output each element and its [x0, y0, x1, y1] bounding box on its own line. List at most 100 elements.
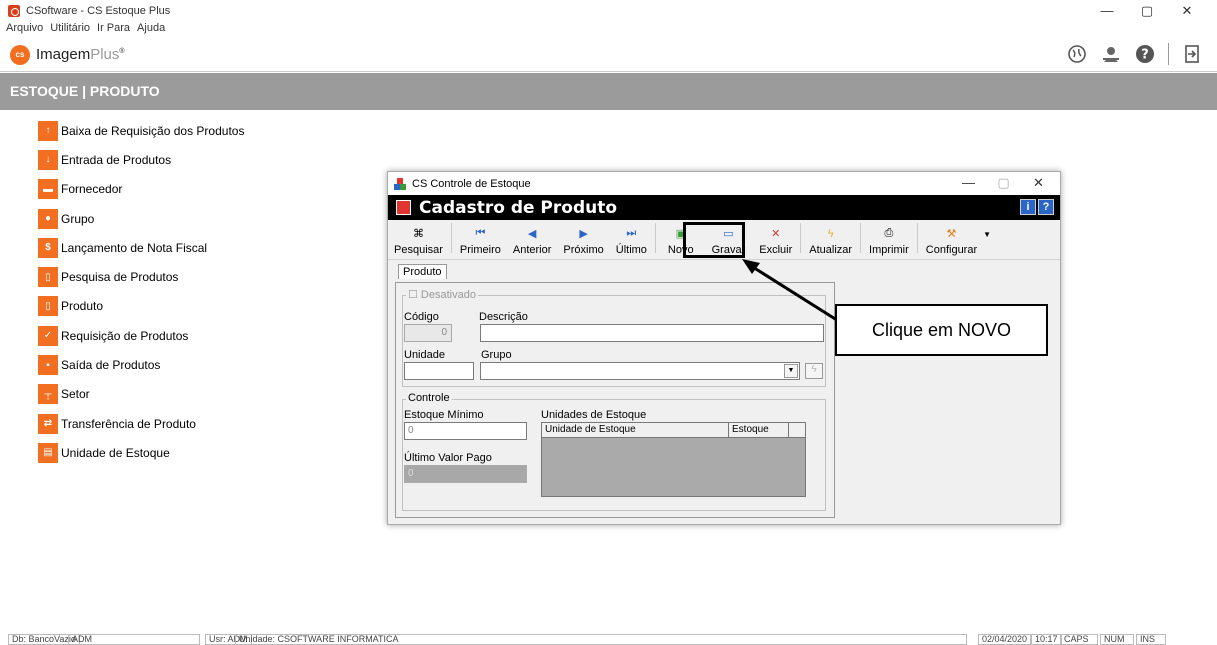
help-icon[interactable]: ? [1134, 43, 1156, 65]
sidebar-item-produto[interactable]: ▯ Produto [38, 292, 244, 321]
sidebar-item-requisicao-produtos[interactable]: ✓ Requisição de Produtos [38, 321, 244, 350]
database-icon: ▯ [38, 296, 58, 317]
sidebar-item-label: Entrada de Produtos [61, 152, 172, 167]
excluir-label: Excluir [759, 244, 793, 256]
grupo-select[interactable] [480, 362, 800, 380]
menu-utilitario[interactable]: Utilitário [50, 22, 90, 37]
user-icon[interactable] [1100, 43, 1122, 65]
tab-produto[interactable]: Produto [398, 264, 447, 279]
app-icon [8, 5, 20, 17]
menu-bar: Arquivo Utilitário Ir Para Ajuda [0, 22, 172, 37]
sidebar-item-label: Requisição de Produtos [61, 328, 189, 343]
minimize-button[interactable]: — [1087, 2, 1127, 20]
entry-icon: ↓ [38, 149, 58, 170]
sidebar-item-grupo[interactable]: ● Grupo [38, 204, 244, 233]
logo-badge: cs [10, 44, 30, 65]
menu-arquivo[interactable]: Arquivo [6, 22, 43, 37]
stock-unit-icon: ▤ [38, 442, 58, 463]
maximize-button[interactable]: ▢ [1127, 2, 1167, 20]
sidebar-item-label: Fornecedor [61, 182, 123, 197]
grid-col-estoque[interactable]: Estoque [729, 423, 789, 437]
anterior-button[interactable]: ◀ Anterior [507, 225, 558, 256]
pesquisar-label: Pesquisar [394, 244, 443, 256]
logo-text: ImagemPlus® [36, 46, 125, 63]
sidebar-item-pesquisa-produtos[interactable]: ▯ Pesquisa de Produtos [38, 262, 244, 291]
sidebar-item-transferencia[interactable]: ⇄ Transferência de Produto [38, 409, 244, 438]
menu-ir-para[interactable]: Ir Para [97, 22, 130, 37]
estoque-minimo-field[interactable]: 0 [404, 422, 527, 440]
pesquisar-button[interactable]: ⌘ Pesquisar [388, 225, 449, 256]
sidebar-item-entrada-produtos[interactable]: ↓ Entrada de Produtos [38, 145, 244, 174]
chevron-down-icon[interactable]: ▼ [784, 364, 798, 378]
dialog-titlebar: CS Controle de Estoque — ▢ ✕ [388, 172, 1060, 195]
next-icon: ▶ [579, 228, 588, 240]
imprimir-button[interactable]: ⎙ Imprimir [863, 225, 915, 256]
sidebar-item-saida-produtos[interactable]: ▪ Saída de Produtos [38, 350, 244, 379]
ultimo-valor-pago-field[interactable]: 0 [404, 465, 527, 483]
configurar-button[interactable]: ⚒ Configurar [920, 225, 983, 256]
window-controls: — ▢ ✕ [1087, 2, 1207, 20]
toolbar-separator [450, 223, 452, 253]
lightning-icon[interactable]: ϟ [805, 363, 823, 379]
dialog-minimize-button[interactable]: — [951, 175, 986, 191]
dialog-close-button[interactable]: ✕ [1021, 175, 1056, 191]
exit-icon[interactable] [1181, 43, 1203, 65]
delete-icon: ✕ [771, 228, 781, 240]
atualizar-button[interactable]: ϟ Atualizar [803, 225, 858, 257]
toolbar-overflow-icon[interactable]: ▼ [983, 230, 991, 239]
sidebar-item-setor[interactable]: ┬ Setor [38, 380, 244, 409]
sidebar-menu: ↑ Baixa de Requisição dos Produtos ↓ Entra… [38, 116, 244, 468]
status-unidade: Unidade: CSOFTWARE INFORMATICA [235, 634, 967, 645]
binoculars-icon: ⌘ [412, 228, 424, 240]
header-divider [1168, 43, 1169, 65]
close-button[interactable]: ✕ [1167, 2, 1207, 20]
proximo-label: Próximo [563, 244, 604, 256]
proximo-button[interactable]: ▶ Próximo [557, 225, 609, 256]
ultimo-button[interactable]: ⏭ Último [610, 225, 653, 256]
group-icon: ● [38, 208, 58, 229]
print-icon: ⎙ [884, 227, 894, 239]
sidebar-item-lancamento-nf[interactable]: $ Lançamento de Nota Fiscal [38, 233, 244, 262]
dialog-maximize-button[interactable]: ▢ [986, 175, 1021, 191]
configurar-label: Configurar [925, 244, 978, 256]
toolbar-separator [654, 223, 656, 253]
sidebar-item-label: Pesquisa de Produtos [61, 270, 179, 285]
callout-box: Clique em NOVO [835, 304, 1048, 356]
globe-icon[interactable] [1066, 43, 1088, 65]
sidebar-item-fornecedor[interactable]: ▬ Fornecedor [38, 175, 244, 204]
window-titlebar: CSoftware - CS Estoque Plus [0, 0, 1217, 22]
excluir-button[interactable]: ✕ Excluir [753, 225, 798, 256]
product-panel: ☐ Desativado Código 0 Descrição Unidade … [395, 282, 835, 518]
logo-text-main: Imagem [36, 46, 91, 63]
descricao-field[interactable] [480, 324, 824, 342]
help-button[interactable]: ? [1038, 199, 1054, 215]
unidades-estoque-grid[interactable]: Unidade de Estoque Estoque [541, 422, 806, 497]
grid-col-unidade[interactable]: Unidade de Estoque [542, 423, 729, 437]
primeiro-button[interactable]: ⏮ Primeiro [454, 225, 507, 256]
ultimo-label: Último [615, 244, 647, 256]
imprimir-label: Imprimir [869, 244, 909, 256]
status-ins: INS [1136, 634, 1166, 645]
ultimo-valor-pago-label: Último Valor Pago [404, 452, 492, 464]
window-title: CSoftware - CS Estoque Plus [26, 5, 171, 17]
codigo-field[interactable]: 0 [404, 324, 452, 342]
sidebar-item-label: Baixa de Requisição dos Produtos [61, 123, 245, 138]
menu-ajuda[interactable]: Ajuda [137, 22, 165, 37]
status-bar: Db: BancoVazio ADM Usr: ADM Unidade: CSO… [0, 634, 1217, 645]
dialog-header: Cadastro de Produto i ? [388, 195, 1060, 220]
grid-header: Unidade de Estoque Estoque [542, 423, 805, 438]
sidebar-item-label: Unidade de Estoque [61, 445, 170, 460]
status-time: 10:17 [1031, 634, 1062, 645]
unidade-label: Unidade [404, 349, 445, 361]
previous-icon: ◀ [527, 228, 537, 240]
info-button[interactable]: i [1020, 199, 1036, 215]
sidebar-item-baixa-requisicao[interactable]: ↑ Baixa de Requisição dos Produtos [38, 116, 244, 145]
desativado-label: Desativado [420, 289, 476, 301]
sidebar-item-unidade-estoque[interactable]: ▤ Unidade de Estoque [38, 438, 244, 467]
unidade-field[interactable] [404, 362, 474, 380]
desativado-checkbox[interactable]: ☐ Desativado [406, 288, 478, 301]
status-user-short: ADM [68, 634, 200, 645]
section-title: ESTOQUE | PRODUTO [0, 73, 1217, 110]
toolbar-separator [860, 223, 862, 253]
truck-icon: ▬ [38, 179, 58, 200]
